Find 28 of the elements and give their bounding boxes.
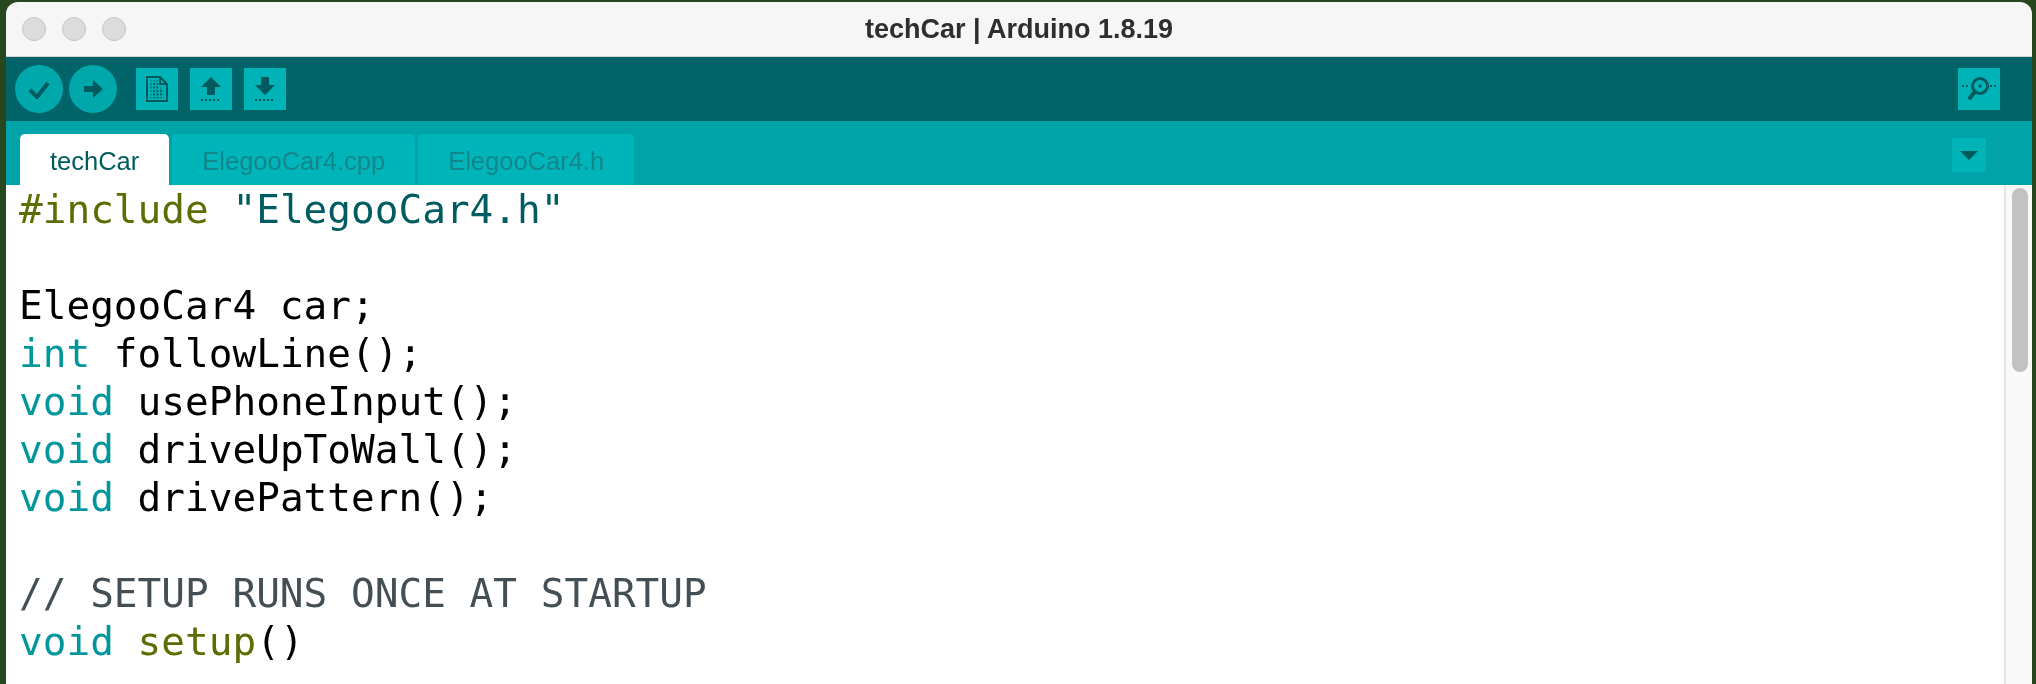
arrow-up-icon [200,76,222,102]
scrollbar-thumb[interactable] [2012,188,2028,372]
magnifier-icon [1962,76,1996,102]
code-line: void driveUpToWall(); [19,425,518,473]
verify-button[interactable] [15,65,63,113]
open-button[interactable] [190,68,232,110]
upload-button[interactable] [69,65,117,113]
serial-monitor-button[interactable] [1958,68,2000,110]
close-button[interactable] [22,17,46,41]
code-line: // SETUP RUNS ONCE AT STARTUP [19,569,707,617]
code-line: void drivePattern(); [19,473,494,521]
new-button[interactable] [136,68,178,110]
tab-menu-button[interactable] [1952,138,1986,172]
document-icon [146,76,168,102]
code-line: ElegooCar4 car; [19,281,375,329]
zoom-button[interactable] [102,17,126,41]
minimize-button[interactable] [62,17,86,41]
file-tab[interactable]: techCar [20,134,170,185]
check-icon [28,80,50,100]
code-line: void usePhoneInput(); [19,377,518,425]
arrow-right-icon [83,80,103,98]
code-line: void setup() [19,617,304,665]
save-button[interactable] [244,68,286,110]
caret-icon [1960,150,1978,160]
arrow-down-icon [254,76,276,102]
window-title: techCar | Arduino 1.8.19 [864,13,1174,45]
code-line: int followLine(); [19,329,423,377]
code-line: #include "ElegooCar4.h" [19,185,565,233]
